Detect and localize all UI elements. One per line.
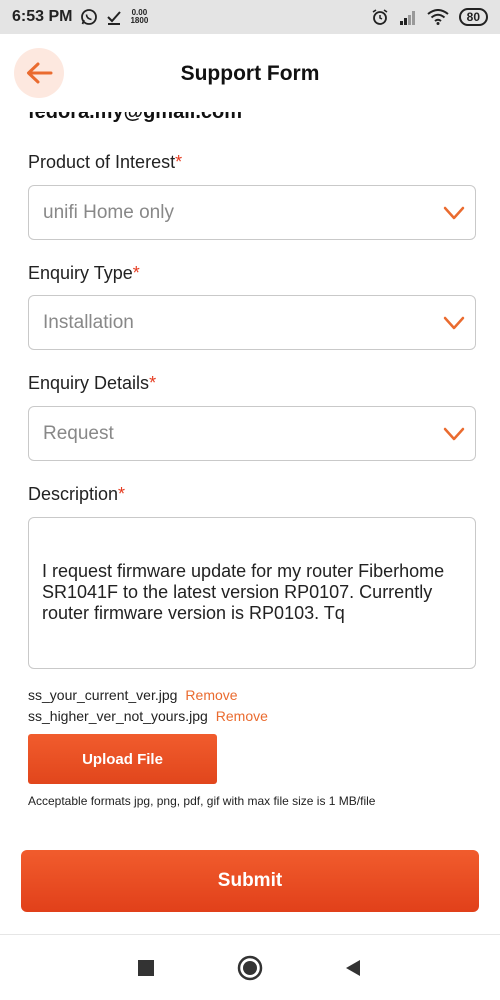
required-marker: * <box>118 484 126 504</box>
enquiry-type-label-text: Enquiry Type <box>28 263 133 283</box>
network-speed: 0.00 1800 <box>130 9 148 25</box>
required-marker: * <box>175 152 183 172</box>
status-time: 6:53 PM <box>12 8 73 25</box>
remove-file-link[interactable]: Remove <box>185 687 237 703</box>
alarm-icon <box>371 8 389 26</box>
status-right: 80 <box>371 8 488 26</box>
enquiry-details-label: Enquiry Details* <box>28 373 156 394</box>
home-button[interactable] <box>237 955 263 981</box>
system-nav-bar <box>0 934 500 1000</box>
product-select-value: unifi Home only <box>43 201 174 223</box>
product-label-text: Product of Interest <box>28 152 176 172</box>
enquiry-type-label: Enquiry Type* <box>28 263 140 284</box>
status-left: 6:53 PM 0.00 1800 <box>12 8 148 26</box>
chevron-down-icon <box>443 427 465 441</box>
email-value-clipped: fedora.my@gmail.com <box>0 112 500 122</box>
email-value: fedora.my@gmail.com <box>28 112 242 122</box>
enquiry-details-select-value: Request <box>43 422 114 444</box>
signal-icon <box>399 9 417 25</box>
remove-file-link[interactable]: Remove <box>216 708 268 724</box>
square-icon <box>138 960 154 976</box>
attached-file-row: ss_your_current_ver.jpg Remove <box>28 687 238 703</box>
description-textarea[interactable]: I request firmware update for my router … <box>28 517 476 669</box>
attached-file-row: ss_higher_ver_not_yours.jpg Remove <box>28 708 268 724</box>
download-done-icon <box>106 9 122 25</box>
acceptable-formats-note: Acceptable formats jpg, png, pdf, gif wi… <box>28 794 376 808</box>
chevron-down-icon <box>443 316 465 330</box>
upload-file-button[interactable]: Upload File <box>28 734 217 784</box>
recents-button[interactable] <box>133 955 159 981</box>
whatsapp-icon <box>80 8 98 26</box>
enquiry-type-select[interactable]: Installation <box>28 295 476 350</box>
description-label: Description* <box>28 484 125 505</box>
required-marker: * <box>132 263 140 283</box>
product-select[interactable]: unifi Home only <box>28 185 476 240</box>
product-label: Product of Interest* <box>28 152 182 173</box>
description-label-text: Description <box>28 484 119 504</box>
header: Support Form <box>0 34 500 112</box>
battery-indicator: 80 <box>458 8 488 26</box>
required-marker: * <box>149 373 157 393</box>
network-speed-bottom: 1800 <box>130 16 149 25</box>
submit-button[interactable]: Submit <box>21 850 479 912</box>
status-bar: 6:53 PM 0.00 1800 80 <box>0 0 500 34</box>
enquiry-type-select-value: Installation <box>43 311 134 333</box>
back-nav-button[interactable] <box>340 955 366 981</box>
chevron-down-icon <box>443 206 465 220</box>
page-title: Support Form <box>180 62 320 85</box>
enquiry-details-select[interactable]: Request <box>28 406 476 461</box>
attached-file-name: ss_your_current_ver.jpg <box>28 687 178 703</box>
attached-file-name: ss_higher_ver_not_yours.jpg <box>28 708 208 724</box>
circle-icon <box>237 955 263 981</box>
enquiry-details-label-text: Enquiry Details <box>28 373 150 393</box>
wifi-icon <box>427 9 449 25</box>
triangle-icon <box>346 960 360 976</box>
